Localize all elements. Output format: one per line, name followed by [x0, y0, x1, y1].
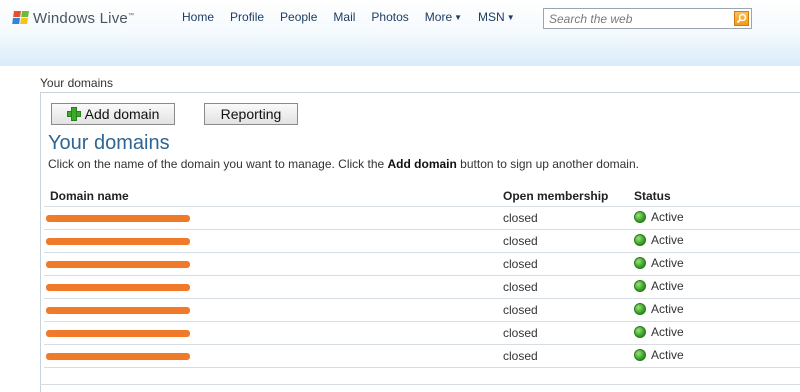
status-cell: Active [634, 233, 684, 247]
domain-name-link-redacted[interactable] [46, 353, 190, 360]
table-row: closed Active [44, 206, 800, 229]
open-membership-cell: closed [503, 234, 538, 248]
nav-home[interactable]: Home [182, 10, 214, 24]
nav-more-label: More [424, 10, 453, 24]
status-cell: Active [634, 256, 684, 270]
status-cell: Active [634, 348, 684, 362]
windows-live-logo[interactable]: Windows Live™ [12, 9, 135, 27]
reporting-button[interactable]: Reporting [204, 103, 298, 125]
top-nav: Home Profile People Mail Photos More ▼ MS… [182, 10, 531, 24]
open-membership-cell: closed [503, 349, 538, 363]
status-cell: Active [634, 210, 684, 224]
nav-msn-label: MSN [478, 10, 505, 24]
nav-photos[interactable]: Photos [371, 10, 408, 24]
open-membership-cell: closed [503, 211, 538, 225]
table-row: closed Active [44, 321, 800, 344]
open-membership-cell: closed [503, 280, 538, 294]
status-cell: Active [634, 302, 684, 316]
search-input[interactable] [544, 9, 729, 28]
domain-name-link-redacted[interactable] [46, 330, 190, 337]
open-membership-cell: closed [503, 257, 538, 271]
logo-text: Windows Live™ [33, 9, 135, 27]
column-header-domain-name: Domain name [50, 189, 129, 203]
search-button[interactable] [734, 11, 749, 26]
search-box [543, 8, 752, 29]
status-active-icon [634, 211, 646, 223]
status-active-icon [634, 234, 646, 246]
domain-name-link-redacted[interactable] [46, 215, 190, 222]
add-domain-label: Add domain [84, 106, 160, 122]
domain-name-link-redacted[interactable] [46, 238, 190, 245]
status-active-icon [634, 349, 646, 361]
reporting-label: Reporting [220, 106, 282, 122]
column-header-open-membership: Open membership [503, 189, 609, 203]
nav-mail[interactable]: Mail [333, 10, 355, 24]
status-active-icon [634, 326, 646, 338]
open-membership-cell: closed [503, 326, 538, 340]
caret-down-icon: ▼ [454, 13, 463, 22]
add-domain-link-text: Add domain [387, 157, 457, 171]
domain-name-link-redacted[interactable] [46, 284, 190, 291]
column-header-status: Status [634, 189, 671, 203]
nav-people[interactable]: People [280, 10, 317, 24]
status-cell: Active [634, 325, 684, 339]
table-row: closed Active [44, 298, 800, 321]
table-row: closed Active [44, 229, 800, 252]
page-title: Your domains [48, 132, 170, 154]
header-wave [0, 36, 800, 66]
add-domain-button[interactable]: Add domain [51, 103, 175, 125]
domain-name-link-redacted[interactable] [46, 261, 190, 268]
status-active-icon [634, 303, 646, 315]
table-row: closed Active [44, 252, 800, 275]
open-membership-cell: closed [503, 303, 538, 317]
domain-name-link-redacted[interactable] [46, 307, 190, 314]
panel-bottom-divider [40, 384, 800, 385]
nav-more[interactable]: More ▼ [425, 10, 462, 24]
breadcrumb: Your domains [40, 76, 113, 90]
status-active-icon [634, 257, 646, 269]
windows-flag-icon [12, 11, 30, 25]
status-active-icon [634, 280, 646, 292]
instructions-text: Click on the name of the domain you want… [48, 157, 639, 171]
status-cell: Active [634, 279, 684, 293]
nav-profile[interactable]: Profile [230, 10, 264, 24]
caret-down-icon: ▼ [506, 13, 515, 22]
table-row: closed Active [44, 275, 800, 298]
table-row: closed Active [44, 344, 800, 367]
plus-icon [66, 107, 81, 121]
search-icon [736, 13, 747, 24]
nav-msn[interactable]: MSN ▼ [478, 10, 515, 24]
table-bottom-border [44, 367, 800, 368]
